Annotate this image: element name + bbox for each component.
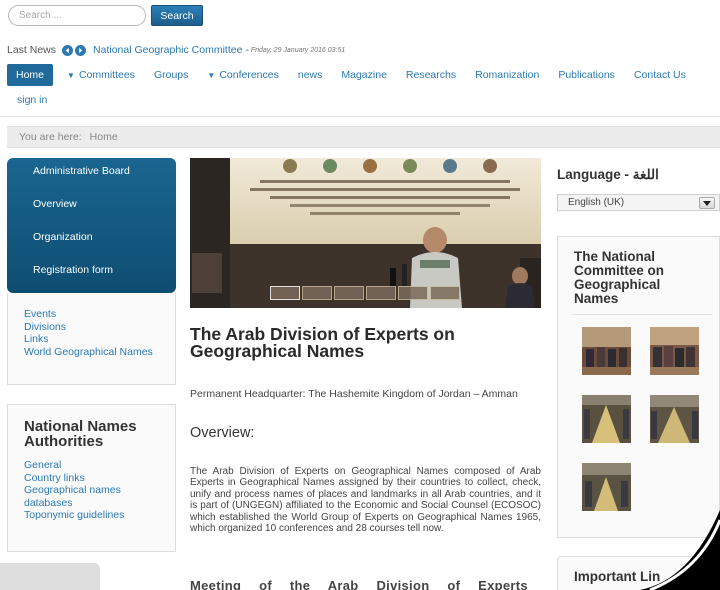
- nav-item-home[interactable]: Home: [7, 64, 54, 86]
- admin-menu: Administrative Board Overview Organizati…: [7, 158, 176, 293]
- slideshow-thumbnail[interactable]: [430, 286, 460, 300]
- sidebar-links-box: Events Divisions Links World Geographica…: [7, 293, 176, 385]
- nav-item-label: Magazine: [341, 69, 387, 81]
- caret-down-icon: ▼: [67, 71, 75, 80]
- nav-item-label: Romanization: [475, 69, 540, 81]
- news-label: Last News: [7, 44, 57, 56]
- caret-down-icon: ▼: [207, 71, 216, 80]
- nna-link-geographical-names-databases[interactable]: Geographical names databases: [24, 484, 164, 509]
- national-committee-box: The National Committee on Geographical N…: [557, 236, 720, 538]
- breadcrumb: You are here: Home: [7, 126, 720, 148]
- search-input[interactable]: [8, 5, 146, 26]
- ncgn-title: The National Committee on Geographical N…: [574, 249, 665, 306]
- sidebar-link-links[interactable]: Links: [24, 333, 153, 346]
- nav-item-researchs[interactable]: Researchs: [406, 69, 456, 81]
- gallery-photo[interactable]: [650, 327, 699, 375]
- nav-item-contact-us[interactable]: Contact Us: [634, 69, 686, 81]
- previous-arrow-icon[interactable]: [62, 44, 74, 56]
- admin-item-registration-form[interactable]: Registration form: [33, 264, 113, 276]
- language-select[interactable]: English (UK): [557, 194, 720, 211]
- overview-heading: Overview:: [190, 425, 255, 441]
- admin-item-administrative-board[interactable]: Administrative Board: [33, 165, 130, 177]
- page-curl-decoration: [640, 510, 720, 590]
- nav-item-label: Contact Us: [633, 69, 686, 81]
- nav-item-label: Committees: [78, 69, 135, 81]
- nav-item-label: Researchs: [405, 69, 457, 81]
- slideshow-thumbnail[interactable]: [334, 286, 364, 300]
- news-ticker: Last News National Geographic Committee …: [7, 43, 345, 57]
- ncgn-divider: [572, 314, 712, 315]
- sidebar-link-events[interactable]: Events: [24, 308, 153, 321]
- nav-item-committees[interactable]: ▼ Committees: [67, 69, 135, 81]
- nna-link-general[interactable]: General: [24, 459, 164, 472]
- language-selected-value: English (UK): [568, 197, 625, 208]
- search-button[interactable]: Search: [151, 5, 203, 26]
- meeting-heading: Meeting of the Arab Division of Experts …: [190, 578, 540, 590]
- main-nav: Home ▼ Committees Groups ▼ Conferences news Mag…: [7, 64, 717, 106]
- nav-item-conferences[interactable]: ▼ Conferences: [207, 69, 278, 81]
- slideshow-thumbnails: [270, 286, 460, 300]
- nav-item-groups[interactable]: Groups: [154, 69, 188, 81]
- sidebar-link-world-geographical-names[interactable]: World Geographical Names: [24, 346, 153, 359]
- national-names-authorities-box: National Names Authorities General Count…: [7, 404, 176, 552]
- nav-item-label: Publications: [558, 69, 615, 81]
- nav-item-news[interactable]: news: [298, 69, 323, 81]
- article-body: The Arab Division of Experts on Geograph…: [190, 466, 541, 535]
- nav-item-label: Groups: [153, 69, 189, 81]
- nav-divider: [0, 116, 720, 117]
- gallery-photo[interactable]: [650, 395, 699, 443]
- article-title: The Arab Division of Experts on Geograph…: [190, 324, 455, 361]
- nav-item-label: Home: [16, 69, 45, 81]
- admin-item-organization[interactable]: Organization: [33, 231, 93, 243]
- nav-item-label: news: [297, 69, 323, 81]
- bottom-tab: [0, 563, 100, 590]
- breadcrumb-prefix: You are here:: [19, 131, 82, 143]
- news-title-link[interactable]: National Geographic Committee -: [93, 44, 249, 56]
- gallery-photo[interactable]: [582, 327, 631, 375]
- next-arrow-icon[interactable]: [75, 44, 87, 56]
- gallery-photo[interactable]: [582, 395, 631, 443]
- sidebar-link-divisions[interactable]: Divisions: [24, 321, 153, 334]
- slideshow-thumbnail[interactable]: [270, 286, 300, 300]
- news-date: Friday, 29 January 2016 03:51: [250, 46, 346, 54]
- gallery-photo[interactable]: [582, 463, 631, 511]
- slideshow-thumbnail[interactable]: [366, 286, 396, 300]
- nav-item-label: Conferences: [219, 69, 279, 81]
- nav-item-romanization[interactable]: Romanization: [475, 69, 539, 81]
- nna-link-country-links[interactable]: Country links: [24, 472, 164, 485]
- nav-item-magazine[interactable]: Magazine: [341, 69, 387, 81]
- sign-in-link[interactable]: sign in: [17, 94, 47, 106]
- chevron-down-icon[interactable]: [699, 197, 715, 209]
- nna-title: National Names Authorities: [24, 418, 137, 450]
- slideshow-thumbnail[interactable]: [398, 286, 428, 300]
- breadcrumb-home-link[interactable]: Home: [90, 131, 118, 143]
- nav-item-publications[interactable]: Publications: [558, 69, 615, 81]
- admin-item-overview[interactable]: Overview: [33, 198, 77, 210]
- nna-link-toponymic-guidelines[interactable]: Toponymic guidelines: [24, 509, 164, 522]
- language-label: Language - اللغة: [557, 167, 659, 182]
- slideshow-thumbnail[interactable]: [302, 286, 332, 300]
- hero-slideshow-image[interactable]: [190, 158, 541, 308]
- article-subtitle: Permanent Headquarter: The Hashemite Kin…: [190, 388, 518, 400]
